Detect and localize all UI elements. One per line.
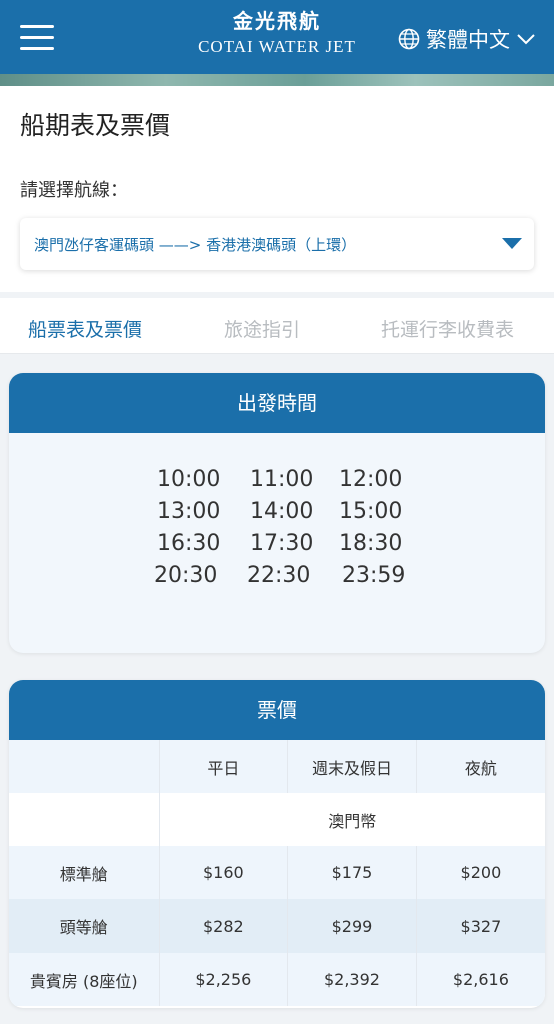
departure-time: 13:00 bbox=[157, 499, 221, 524]
departure-time: 15:00 bbox=[339, 499, 403, 524]
fare-weekend: $2,392 bbox=[287, 953, 417, 1006]
currency-row: 澳門幣 bbox=[9, 793, 545, 846]
departure-time: 17:30 bbox=[250, 531, 314, 556]
fare-night: $200 bbox=[416, 846, 545, 899]
table-header-row: 平日 週末及假日 夜航 bbox=[9, 740, 545, 793]
departure-time: 10:00 bbox=[157, 467, 221, 492]
departure-time: 14:00 bbox=[250, 499, 314, 524]
departure-times-card: 出發時間 10:00 11:00 12:00 13:00 14:00 15:00… bbox=[9, 373, 545, 653]
departure-times-title: 出發時間 bbox=[9, 373, 545, 433]
departure-time: 20:30 bbox=[154, 563, 218, 588]
fare-class: 貴賓房 (8座位) bbox=[9, 953, 160, 1006]
route-panel: 船期表及票價 請選擇航線： 澳門氹仔客運碼頭 ——> 香港港澳碼頭（上環） bbox=[0, 86, 554, 292]
tab-bar: 船票表及票價 旅途指引 托運行李收費表 bbox=[0, 298, 554, 354]
table-row: 標準艙 $160 $175 $200 bbox=[9, 846, 545, 899]
tab-travel-guide[interactable]: 旅途指引 bbox=[224, 315, 300, 342]
departure-time: 12:00 bbox=[339, 467, 403, 492]
column-header-weekend: 週末及假日 bbox=[287, 740, 417, 793]
fare-class: 標準艙 bbox=[9, 846, 160, 899]
hero-image-strip bbox=[0, 74, 554, 86]
globe-icon bbox=[398, 28, 420, 50]
departure-time: 18:30 bbox=[339, 531, 403, 556]
tab-schedule-fares[interactable]: 船票表及票價 bbox=[28, 315, 142, 342]
fare-weekend: $175 bbox=[287, 846, 417, 899]
departure-time: 11:00 bbox=[250, 467, 314, 492]
table-row: 貴賓房 (8座位) $2,256 $2,392 $2,616 bbox=[9, 953, 545, 1006]
column-header-night: 夜航 bbox=[416, 740, 545, 793]
fare-night: $2,616 bbox=[416, 953, 545, 1006]
route-dropdown[interactable]: 澳門氹仔客運碼頭 ——> 香港港澳碼頭（上環） bbox=[20, 218, 534, 270]
fare-weekday: $2,256 bbox=[159, 953, 289, 1006]
currency-label: 澳門幣 bbox=[159, 793, 545, 846]
fare-weekday: $282 bbox=[159, 899, 289, 953]
language-selector[interactable]: 繁體中文 bbox=[398, 24, 536, 54]
departure-time: 23:59 bbox=[342, 563, 406, 588]
fare-weekday: $160 bbox=[159, 846, 289, 899]
departure-time: 22:30 bbox=[247, 563, 311, 588]
route-selected-value: 澳門氹仔客運碼頭 ——> 香港港澳碼頭（上環） bbox=[34, 236, 357, 254]
dropdown-arrow-icon bbox=[502, 238, 522, 249]
fares-table: 平日 週末及假日 夜航 澳門幣 標準艙 $160 $175 $200 頭等艙 $… bbox=[9, 740, 545, 1006]
fare-weekend: $299 bbox=[287, 899, 417, 953]
page-title: 船期表及票價 bbox=[20, 111, 171, 140]
table-row: 頭等艙 $282 $299 $327 bbox=[9, 899, 545, 953]
chevron-down-icon bbox=[517, 34, 535, 45]
departure-time: 16:30 bbox=[157, 531, 221, 556]
language-label: 繁體中文 bbox=[426, 28, 510, 52]
fare-class: 頭等艙 bbox=[9, 899, 160, 953]
fares-card: 票價 平日 週末及假日 夜航 澳門幣 標準艙 $160 $175 $200 頭等… bbox=[9, 680, 545, 1008]
fare-night: $327 bbox=[416, 899, 545, 953]
route-label: 請選擇航線： bbox=[20, 180, 128, 201]
app-header: 金光飛航 COTAI WATER JET 繁體中文 bbox=[0, 0, 554, 74]
column-header-weekday: 平日 bbox=[159, 740, 289, 793]
tab-baggage-fees[interactable]: 托運行李收費表 bbox=[381, 315, 514, 342]
column-header bbox=[9, 740, 160, 793]
menu-icon[interactable] bbox=[20, 25, 54, 51]
fares-title: 票價 bbox=[9, 680, 545, 740]
